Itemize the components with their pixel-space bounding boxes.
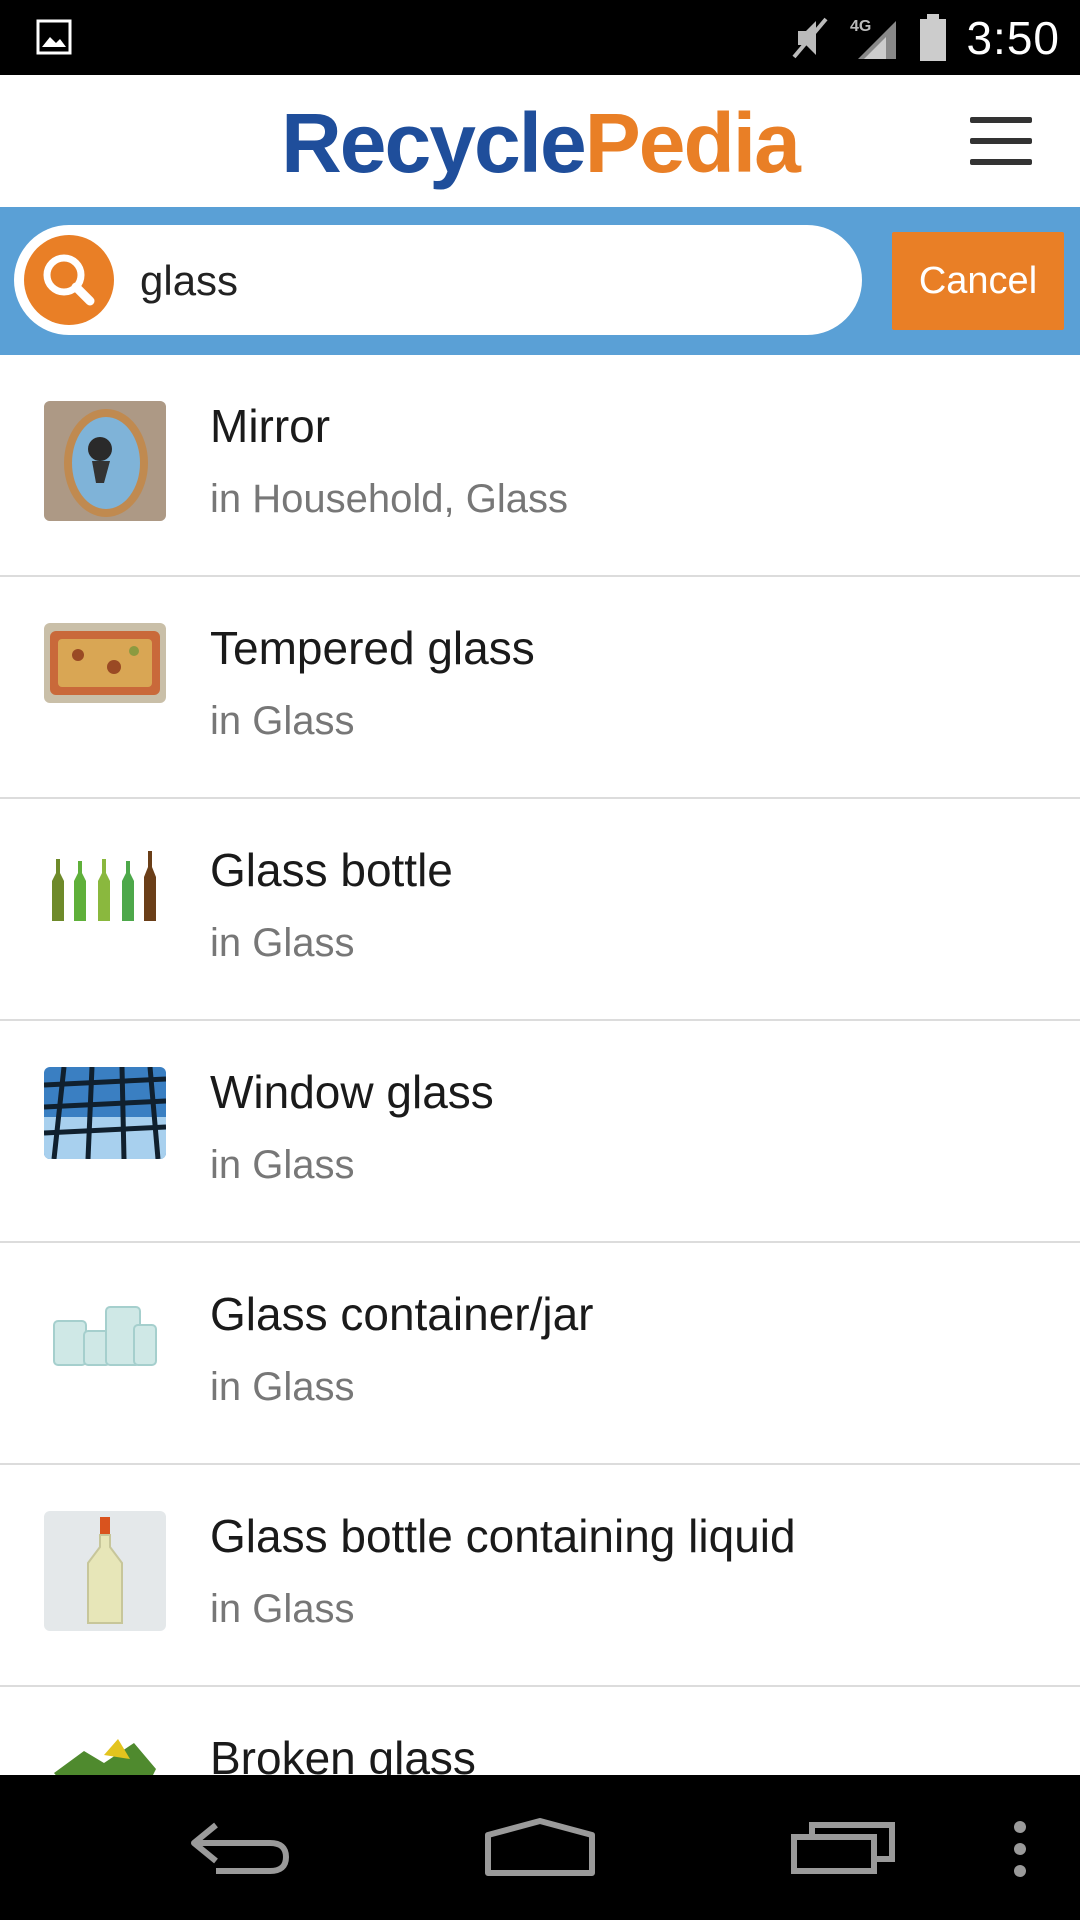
- list-item[interactable]: Broken glass: [0, 1687, 1080, 1775]
- menu-line: [970, 117, 1032, 123]
- item-title: Glass bottle: [210, 844, 453, 896]
- glass-jars-thumbnail: [44, 1291, 166, 1371]
- search-field[interactable]: [14, 225, 862, 335]
- search-bar: Cancel: [0, 207, 1080, 355]
- item-category: in Glass: [210, 1365, 355, 1409]
- back-icon[interactable]: [186, 1819, 292, 1879]
- overflow-menu-icon[interactable]: [1010, 1819, 1030, 1879]
- search-input[interactable]: [138, 247, 842, 315]
- item-title: Window glass: [210, 1066, 494, 1118]
- app-logo: RecyclePedia: [0, 95, 1080, 192]
- recent-apps-icon[interactable]: [790, 1819, 896, 1875]
- window-glass-thumbnail: [44, 1067, 166, 1159]
- home-icon[interactable]: [484, 1817, 596, 1877]
- status-bar: 4G 3:50: [0, 0, 1080, 75]
- battery-icon: [920, 13, 947, 61]
- status-icons: 4G 3:50: [788, 0, 1060, 75]
- list-item[interactable]: Tempered glass in Glass: [0, 577, 1080, 799]
- item-category: in Glass: [210, 921, 355, 965]
- list-item[interactable]: Window glass in Glass: [0, 1021, 1080, 1243]
- signal-icon: 4G: [850, 18, 897, 59]
- item-category: in Glass: [210, 699, 355, 743]
- list-item[interactable]: Mirror in Household, Glass: [0, 355, 1080, 577]
- list-item[interactable]: Glass bottle containing liquid in Glass: [0, 1465, 1080, 1687]
- item-title: Glass container/jar: [210, 1288, 594, 1340]
- item-title: Glass bottle containing liquid: [210, 1510, 796, 1562]
- app-header: RecyclePedia: [0, 75, 1080, 207]
- navigation-bar: [0, 1775, 1080, 1920]
- logo-recycle: Recycle: [281, 96, 587, 190]
- bottle-liquid-thumbnail: [44, 1511, 166, 1631]
- broken-glass-thumbnail: [44, 1733, 166, 1775]
- status-time: 3:50: [966, 11, 1060, 64]
- mirror-thumbnail: [44, 401, 166, 521]
- cancel-button[interactable]: Cancel: [892, 232, 1064, 330]
- tempered-glass-thumbnail: [44, 623, 166, 703]
- mute-icon: [792, 17, 828, 58]
- menu-line: [970, 159, 1032, 165]
- item-category: in Glass: [210, 1587, 355, 1631]
- gallery-icon: [36, 19, 72, 55]
- menu-line: [970, 138, 1032, 144]
- search-icon[interactable]: [24, 235, 114, 325]
- logo-pedia: Pedia: [584, 96, 801, 190]
- item-category: in Glass: [210, 1143, 355, 1187]
- item-title: Mirror: [210, 400, 331, 452]
- item-category: in Household, Glass: [210, 477, 568, 521]
- list-item[interactable]: Glass bottle in Glass: [0, 799, 1080, 1021]
- results-list: Mirror in Household, Glass Tempered glas…: [0, 355, 1080, 1775]
- hamburger-menu-icon[interactable]: [970, 117, 1032, 165]
- item-title: Tempered glass: [210, 622, 535, 674]
- svg-text:4G: 4G: [850, 18, 871, 35]
- glass-bottles-thumbnail: [44, 847, 166, 921]
- item-title: Broken glass: [210, 1732, 476, 1775]
- list-item[interactable]: Glass container/jar in Glass: [0, 1243, 1080, 1465]
